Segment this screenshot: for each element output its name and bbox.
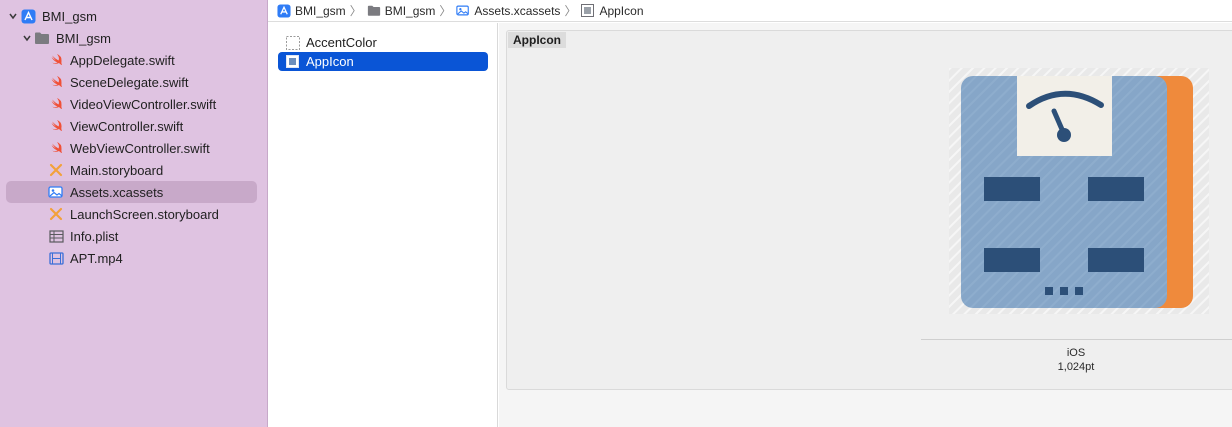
nav-item-label: BMI_gsm — [42, 8, 97, 24]
swift-file-icon — [48, 96, 64, 112]
slot-size-label: 1,024pt — [1057, 361, 1095, 373]
asset-item-appicon[interactable]: AppIcon — [278, 52, 488, 71]
chevron-down-icon[interactable] — [20, 33, 34, 43]
nav-item-label: WebViewController.swift — [70, 140, 210, 156]
nav-item-label: SceneDelegate.swift — [70, 74, 189, 90]
asset-set-name: AppIcon — [508, 32, 566, 48]
nav-item-label: Assets.xcassets — [70, 184, 164, 200]
asset-catalog-editor: BMI_gsm 〉 BMI_gsm 〉 Assets.xcassets 〉 Ap… — [268, 0, 1232, 427]
chevron-right-icon: 〉 — [439, 4, 452, 18]
breadcrumb-appicon[interactable]: AppIcon — [581, 3, 644, 18]
nav-item-videoviewcontroller[interactable]: VideoViewController.swift — [48, 93, 256, 115]
video-file-icon — [48, 250, 64, 266]
swift-file-icon — [48, 118, 64, 134]
nav-item-launchscreen[interactable]: LaunchScreen.storyboard — [48, 203, 256, 225]
storyboard-icon — [48, 162, 64, 178]
swift-file-icon — [48, 74, 64, 90]
nav-item-project[interactable]: BMI_gsm — [6, 5, 256, 27]
chevron-down-icon[interactable] — [6, 11, 20, 21]
asset-list: AccentColor AppIcon — [268, 23, 498, 427]
app-icon-slot-ios-1024[interactable] — [949, 68, 1209, 314]
asset-detail-area: AppIcon iOS 1,024pt — [499, 23, 1232, 427]
nav-item-label: ViewController.swift — [70, 118, 184, 134]
asset-catalog-icon — [48, 184, 64, 200]
slot-divider — [921, 339, 1232, 340]
nav-item-label: Main.storyboard — [70, 162, 164, 178]
storyboard-icon — [48, 206, 64, 222]
breadcrumb-label: Assets.xcassets — [474, 3, 561, 18]
app-icon-set-panel: AppIcon iOS 1,024pt — [506, 30, 1232, 390]
xcode-project-icon — [20, 8, 36, 24]
project-navigator: BMI_gsm BMI_gsm AppDelegate.swift SceneD… — [0, 0, 268, 427]
plist-icon — [48, 228, 64, 244]
breadcrumb-assets[interactable]: Assets.xcassets — [456, 4, 560, 18]
swift-file-icon — [48, 52, 64, 68]
breadcrumb-label: AppIcon — [599, 3, 644, 18]
nav-item-label: AppDelegate.swift — [70, 52, 175, 68]
chevron-right-icon: 〉 — [349, 4, 362, 18]
slot-platform-label: iOS — [1066, 347, 1086, 359]
nav-item-group[interactable]: BMI_gsm — [20, 27, 256, 49]
icon-scale-dial — [1017, 76, 1112, 156]
breadcrumb-label: BMI_gsm — [295, 3, 346, 18]
nav-item-main-storyboard[interactable]: Main.storyboard — [48, 159, 256, 181]
breadcrumb-project[interactable]: BMI_gsm — [277, 4, 346, 18]
xcode-project-icon — [277, 3, 291, 18]
nav-item-label: APT.mp4 — [70, 250, 123, 266]
nav-item-label: BMI_gsm — [56, 30, 111, 46]
app-icon-set-icon — [286, 54, 300, 69]
nav-item-viewcontroller[interactable]: ViewController.swift — [48, 115, 256, 137]
color-set-icon — [286, 35, 300, 50]
nav-item-label: VideoViewController.swift — [70, 96, 217, 112]
asset-item-label: AccentColor — [306, 35, 377, 50]
asset-item-accentcolor[interactable]: AccentColor — [278, 33, 488, 52]
swift-file-icon — [48, 140, 64, 156]
nav-item-appdelegate[interactable]: AppDelegate.swift — [48, 49, 256, 71]
nav-item-assets[interactable]: Assets.xcassets — [6, 181, 257, 203]
nav-item-apt-mp4[interactable]: APT.mp4 — [48, 247, 256, 269]
nav-item-label: Info.plist — [70, 228, 119, 244]
asset-item-label: AppIcon — [306, 54, 354, 69]
folder-icon — [34, 30, 50, 46]
breadcrumb-label: BMI_gsm — [384, 3, 436, 18]
asset-catalog-icon — [456, 4, 470, 18]
chevron-right-icon: 〉 — [564, 4, 577, 18]
folder-icon — [367, 4, 381, 18]
app-icon-image — [949, 68, 1209, 314]
jump-bar: BMI_gsm 〉 BMI_gsm 〉 Assets.xcassets 〉 Ap… — [268, 0, 1232, 22]
nav-item-webviewcontroller[interactable]: WebViewController.swift — [48, 137, 256, 159]
breadcrumb-group[interactable]: BMI_gsm — [367, 3, 436, 18]
nav-item-label: LaunchScreen.storyboard — [70, 206, 219, 222]
nav-item-scenedelegate[interactable]: SceneDelegate.swift — [48, 71, 256, 93]
nav-item-info-plist[interactable]: Info.plist — [48, 225, 256, 247]
app-icon-set-icon — [581, 3, 595, 18]
